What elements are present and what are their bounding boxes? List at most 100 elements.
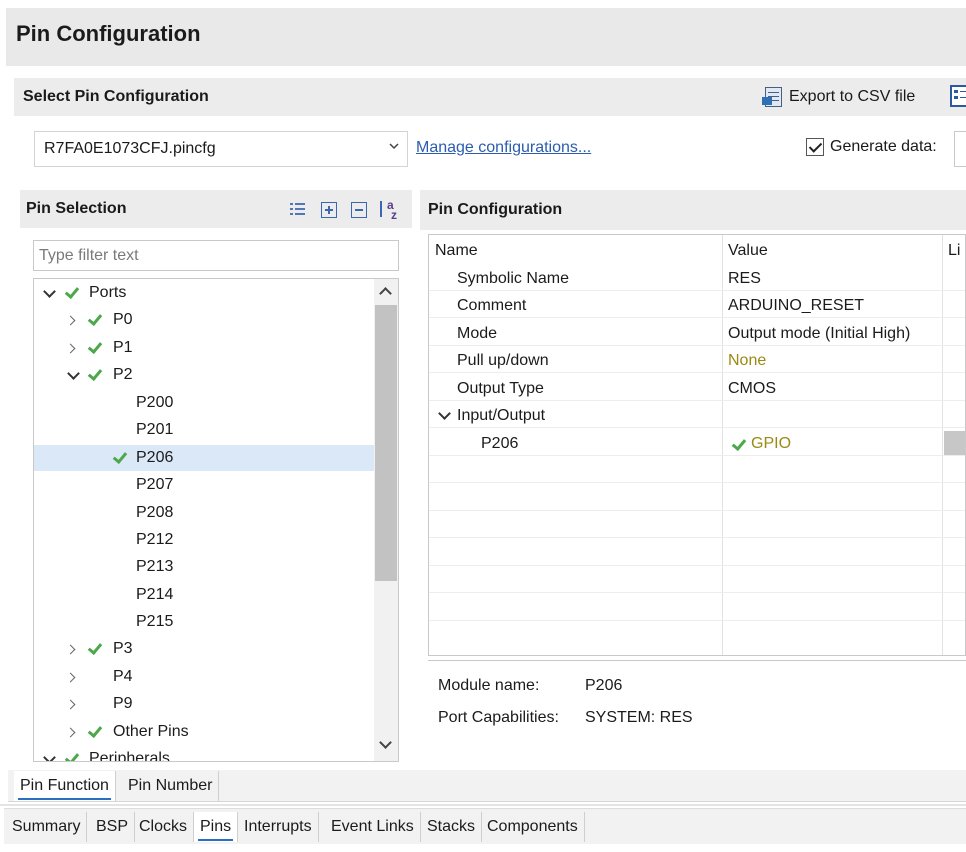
tree-node-label: P213 — [136, 558, 174, 575]
chevron-down-icon[interactable] — [43, 287, 55, 299]
pin-tree: Ports P0 P1 P2 P200 P201 P206 P207 P208 … — [33, 278, 399, 762]
select-config-header: Select Pin Configuration Export to CSV f… — [14, 78, 966, 116]
prop-value-mode[interactable]: Output mode (Initial High) — [728, 325, 910, 343]
tab-label: Pins — [200, 818, 232, 835]
generate-data-input[interactable] — [954, 131, 966, 167]
tab-clocks[interactable]: Clocks — [133, 812, 195, 842]
manage-configurations-link[interactable]: Manage configurations... — [416, 139, 591, 157]
chevron-right-icon[interactable] — [67, 727, 79, 739]
tree-node-peripherals[interactable]: Peripherals — [34, 746, 374, 761]
column-header-value[interactable]: Value — [728, 242, 768, 260]
tree-node-p200[interactable]: P200 — [34, 390, 374, 416]
check-icon — [731, 437, 745, 451]
module-name-label: Module name: — [438, 677, 540, 694]
column-header-name[interactable]: Name — [435, 242, 478, 260]
row-divider — [429, 455, 965, 456]
generate-data-checkbox[interactable] — [806, 138, 824, 156]
pin-configuration-heading: Pin Configuration — [428, 201, 563, 218]
tab-components[interactable]: Components — [481, 812, 585, 842]
tree-node-label: P214 — [136, 586, 174, 603]
chevron-right-icon[interactable] — [67, 343, 79, 355]
pin-selection-header: Pin Selection az — [20, 190, 412, 228]
chevron-right-icon[interactable] — [67, 672, 79, 684]
check-icon — [112, 450, 126, 464]
pin-selection-heading: Pin Selection — [26, 200, 127, 217]
tab-summary[interactable]: Summary — [6, 812, 88, 842]
pin-filter-field[interactable] — [33, 240, 399, 271]
sort-az-icon[interactable]: az — [377, 198, 401, 222]
prop-value-pull[interactable]: None — [728, 352, 766, 370]
scroll-thumb[interactable] — [375, 305, 397, 581]
show-list-icon[interactable] — [290, 202, 306, 218]
export-csv-button[interactable]: Export to CSV file — [762, 85, 915, 109]
cell-edge-highlight — [944, 431, 965, 455]
tree-node-p215[interactable]: P215 — [34, 609, 374, 635]
chevron-right-icon[interactable] — [67, 315, 79, 327]
row-divider — [429, 592, 965, 593]
chevron-right-icon[interactable] — [67, 699, 79, 711]
tree-node-p1[interactable]: P1 — [34, 335, 374, 361]
chevron-down-icon[interactable] — [43, 753, 55, 761]
tree-node-p207[interactable]: P207 — [34, 472, 374, 498]
tab-pins[interactable]: Pins — [194, 812, 239, 842]
tree-node-p213[interactable]: P213 — [34, 554, 374, 580]
tree-node-label: P212 — [136, 531, 174, 548]
chevron-right-icon[interactable] — [67, 644, 79, 656]
row-divider — [429, 620, 965, 621]
page-title: Pin Configuration — [16, 21, 201, 46]
check-icon — [87, 724, 101, 738]
prop-name-input-output: Input/Output — [457, 407, 546, 424]
scroll-up-icon[interactable] — [379, 287, 392, 300]
tree-node-label: Ports — [89, 284, 127, 301]
chevron-down-icon[interactable] — [67, 369, 79, 381]
tab-label: BSP — [96, 818, 129, 835]
tree-node-p208[interactable]: P208 — [34, 500, 374, 526]
tab-interrupts[interactable]: Interrupts — [238, 812, 319, 842]
prop-name-p206: P206 — [481, 435, 519, 452]
tree-node-p206[interactable]: P206 — [34, 445, 374, 471]
tab-event-links[interactable]: Event Links — [325, 812, 421, 842]
editor-tab-bar: Summary BSP Clocks Pins Interrupts Event… — [4, 808, 966, 844]
column-header-third[interactable]: Li — [948, 242, 960, 260]
properties-icon[interactable] — [950, 85, 966, 107]
tree-node-p212[interactable]: P212 — [34, 527, 374, 553]
collapse-all-icon[interactable] — [351, 202, 367, 218]
expand-all-icon[interactable] — [321, 202, 337, 218]
prop-value-symbolic[interactable]: RES — [728, 270, 761, 288]
tab-label: Event Links — [331, 818, 414, 835]
prop-value-comment[interactable]: ARDUINO_RESET — [728, 297, 864, 315]
tree-node-p0[interactable]: P0 — [34, 307, 374, 333]
prop-value-output-type[interactable]: CMOS — [728, 380, 776, 398]
tab-stacks[interactable]: Stacks — [421, 812, 483, 842]
pin-tree-scrollbar[interactable] — [374, 279, 398, 761]
tree-node-p4[interactable]: P4 — [34, 664, 374, 690]
check-icon — [64, 285, 78, 299]
tab-pin-number[interactable]: Pin Number — [122, 771, 220, 801]
generate-data-toggle[interactable]: Generate data: — [806, 138, 937, 156]
tree-node-label: Other Pins — [113, 723, 189, 740]
prop-name-pull: Pull up/down — [457, 352, 549, 369]
config-file-select[interactable]: R7FA0E1073CFJ.pincfg — [34, 131, 408, 167]
tree-node-p9[interactable]: P9 — [34, 691, 374, 717]
tab-bsp[interactable]: BSP — [90, 812, 136, 842]
prop-value-gpio[interactable]: GPIO — [751, 435, 791, 453]
export-csv-label: Export to CSV file — [789, 88, 916, 105]
pin-filter-input[interactable] — [34, 241, 398, 270]
scroll-down-icon[interactable] — [379, 736, 392, 749]
prop-name-symbolic: Symbolic Name — [457, 270, 570, 287]
chevron-down-icon[interactable] — [438, 409, 450, 421]
tree-node-p3[interactable]: P3 — [34, 636, 374, 662]
row-divider — [429, 400, 965, 401]
row-divider — [429, 537, 965, 538]
row-divider — [429, 565, 965, 566]
divider — [0, 804, 966, 806]
tree-node-other-pins[interactable]: Other Pins — [34, 719, 374, 745]
tree-node-p214[interactable]: P214 — [34, 582, 374, 608]
tree-node-ports[interactable]: Ports — [34, 280, 374, 306]
tab-label: Clocks — [139, 818, 188, 835]
tree-node-p201[interactable]: P201 — [34, 417, 374, 443]
tree-node-label: P2 — [113, 366, 133, 383]
tree-node-p2[interactable]: P2 — [34, 362, 374, 388]
tab-pin-function[interactable]: Pin Function — [14, 771, 116, 801]
row-divider — [429, 482, 965, 483]
